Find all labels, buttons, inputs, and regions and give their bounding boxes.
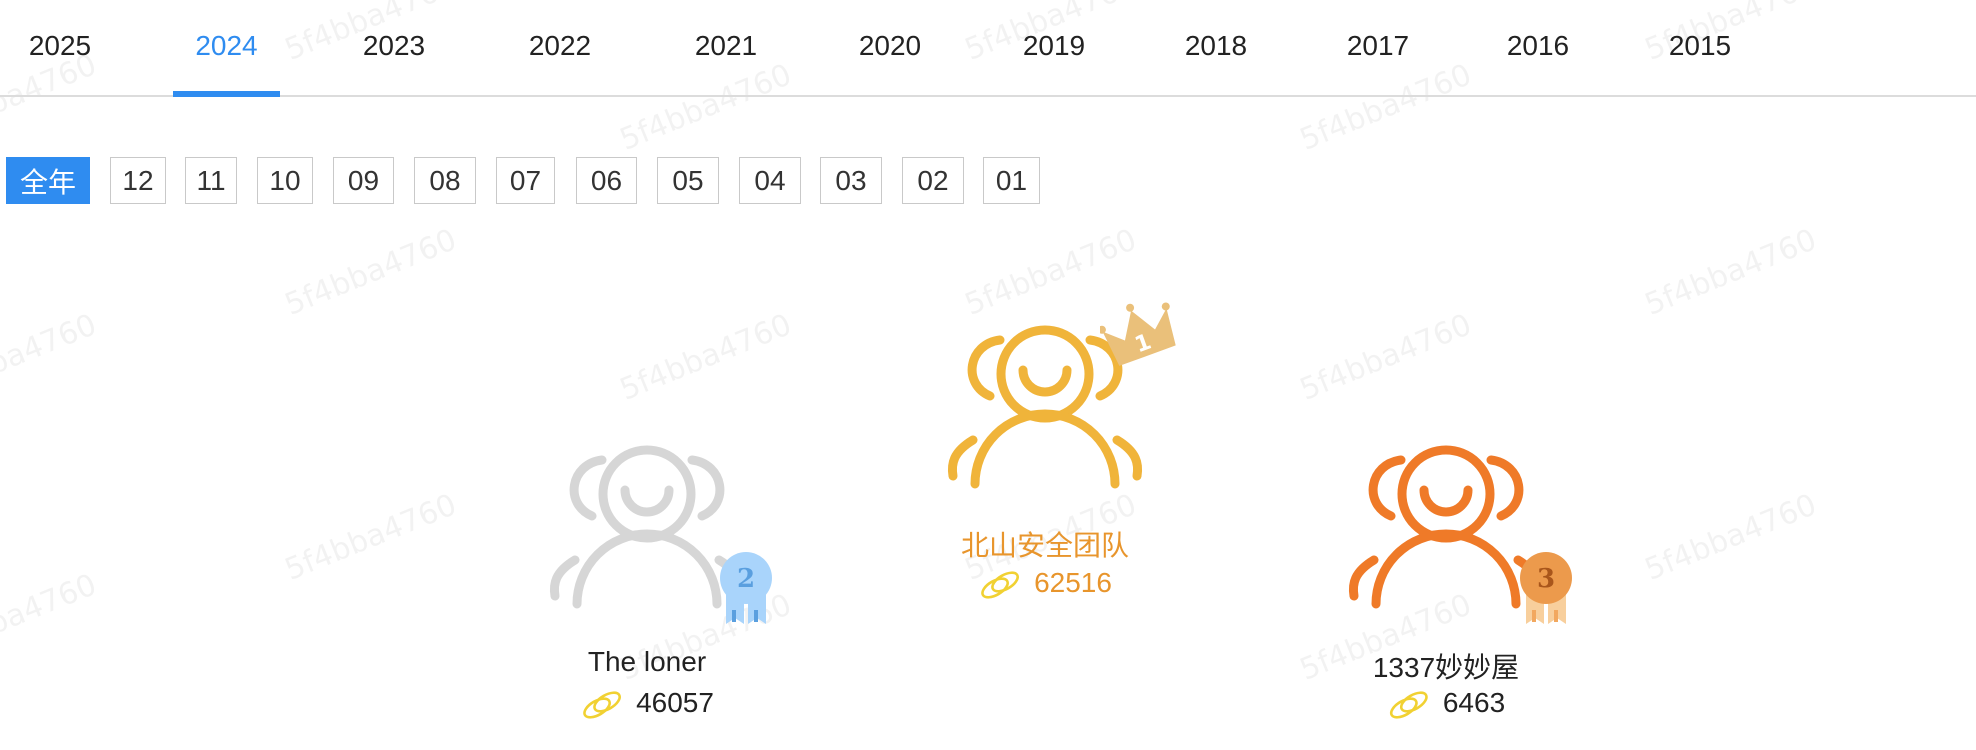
year-tab-2020[interactable]: 2020 bbox=[830, 0, 950, 97]
year-tab-2024[interactable]: 2024 bbox=[173, 0, 280, 97]
month-chip-04[interactable]: 04 bbox=[739, 157, 801, 204]
crown-icon: 1 bbox=[1100, 302, 1176, 366]
score-value: 6463 bbox=[1442, 687, 1506, 718]
month-chip-12[interactable]: 12 bbox=[110, 157, 166, 204]
medal-icon: 2 bbox=[720, 552, 772, 624]
team-name: 北山安全团队 bbox=[960, 530, 1130, 561]
year-tab-2017[interactable]: 2017 bbox=[1318, 0, 1438, 97]
year-tab-2022[interactable]: 2022 bbox=[500, 0, 620, 97]
watermark-text: 5f4bba4760 bbox=[0, 307, 102, 408]
month-chip-02[interactable]: 02 bbox=[902, 157, 964, 204]
coin-icon bbox=[1389, 691, 1428, 719]
month-chip-all[interactable]: 全年 bbox=[6, 157, 90, 204]
month-chip-07[interactable]: 07 bbox=[496, 157, 555, 204]
score-value: 62516 bbox=[1034, 567, 1112, 598]
year-tab-2015[interactable]: 2015 bbox=[1640, 0, 1760, 97]
watermark-text: 5f4bba4760 bbox=[1640, 222, 1822, 323]
rank-number: 3 bbox=[1537, 564, 1555, 594]
year-tab-2016[interactable]: 2016 bbox=[1478, 0, 1598, 97]
score-value: 46057 bbox=[636, 687, 714, 718]
year-tab-2023[interactable]: 2023 bbox=[334, 0, 454, 97]
month-chip-05[interactable]: 05 bbox=[657, 157, 719, 204]
month-chip-08[interactable]: 08 bbox=[414, 157, 476, 204]
month-chip-06[interactable]: 06 bbox=[576, 157, 637, 204]
year-tab-2019[interactable]: 2019 bbox=[994, 0, 1114, 97]
month-chip-03[interactable]: 03 bbox=[820, 157, 882, 204]
year-tabs: 2025 2024 2023 2022 2021 2020 2019 2018 … bbox=[0, 0, 1976, 97]
rank-number: 2 bbox=[737, 564, 755, 594]
year-tab-2018[interactable]: 2018 bbox=[1156, 0, 1276, 97]
team-name: 1337妙妙屋 bbox=[1372, 652, 1520, 683]
watermark-text: 5f4bba4760 bbox=[280, 222, 462, 323]
watermark-text: 5f4bba4760 bbox=[280, 487, 462, 588]
year-tab-2025[interactable]: 2025 bbox=[0, 0, 120, 97]
month-chip-10[interactable]: 10 bbox=[257, 157, 313, 204]
coin-icon bbox=[583, 691, 621, 719]
watermark-text: 5f4bba4760 bbox=[1640, 487, 1822, 588]
score-row: 6463 bbox=[1387, 686, 1505, 720]
score-row: 62516 bbox=[978, 566, 1112, 600]
active-tab-indicator bbox=[173, 91, 280, 97]
users-icon bbox=[1348, 445, 1544, 609]
month-chip-09[interactable]: 09 bbox=[333, 157, 394, 204]
watermark-text: 5f4bba4760 bbox=[0, 567, 102, 668]
users-icon bbox=[549, 445, 745, 609]
score-row: 46057 bbox=[580, 686, 714, 720]
team-name: The loner bbox=[587, 646, 707, 677]
medal-icon: 3 bbox=[1520, 552, 1572, 624]
month-chip-11[interactable]: 11 bbox=[185, 157, 237, 204]
year-tab-2021[interactable]: 2021 bbox=[666, 0, 786, 97]
ranking-podium: 1 北山安全团队 62516 2 The loner 46057 3 1337妙… bbox=[0, 0, 1976, 750]
month-chip-01[interactable]: 01 bbox=[983, 157, 1040, 204]
coin-icon bbox=[981, 571, 1019, 599]
watermark-text: 5f4bba4760 bbox=[1295, 307, 1477, 408]
watermark-text: 5f4bba4760 bbox=[615, 307, 797, 408]
